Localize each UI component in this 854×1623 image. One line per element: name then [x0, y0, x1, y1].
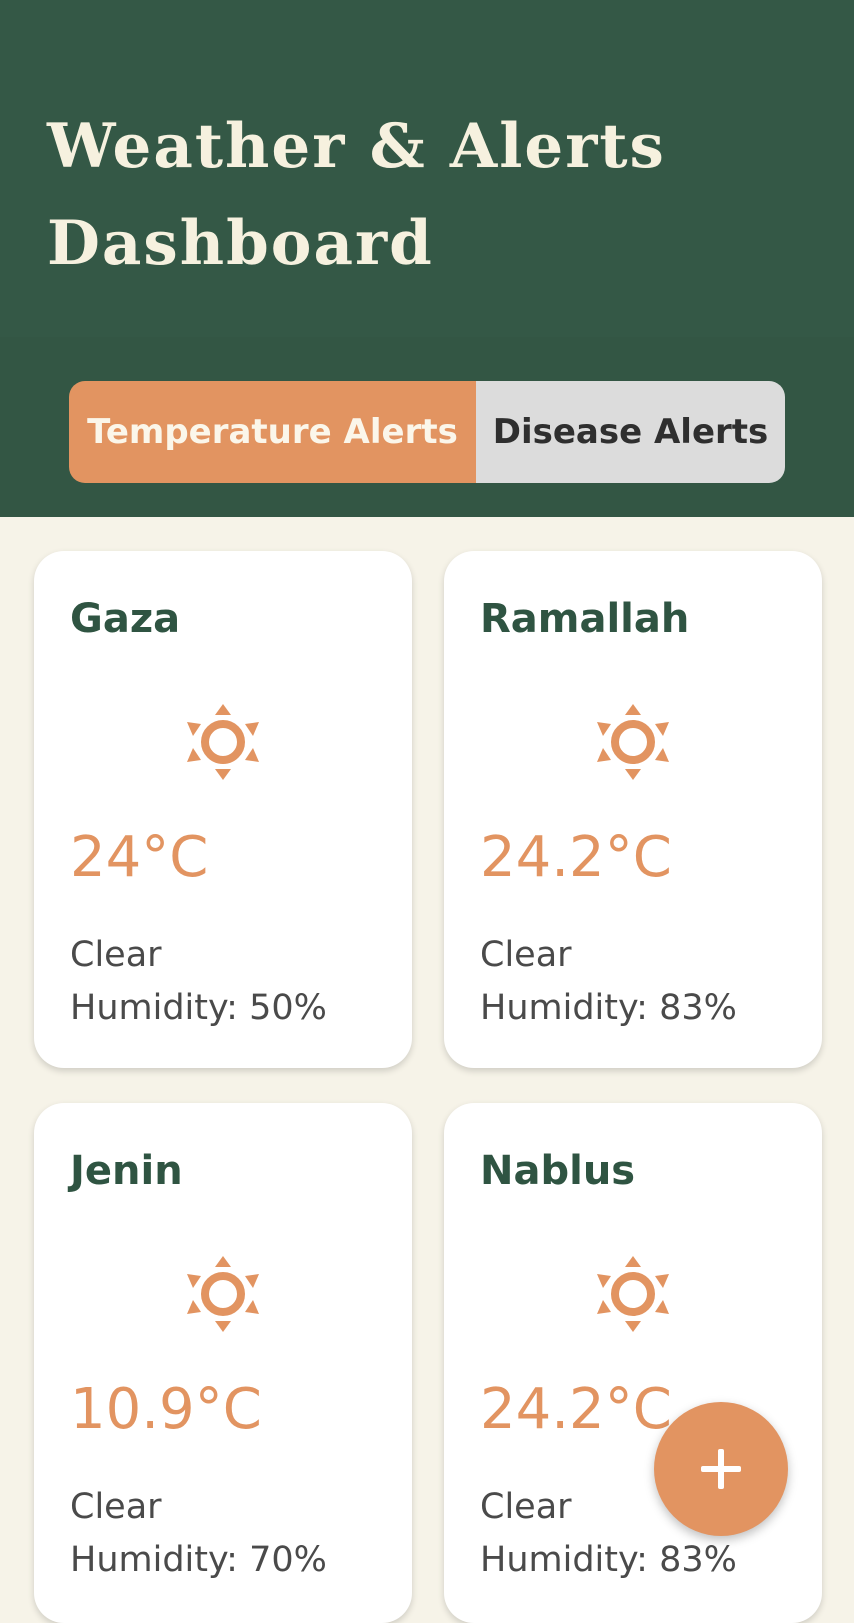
city-name: Nablus [480, 1148, 636, 1194]
humidity-value: Humidity: 50% [70, 988, 327, 1028]
weather-condition: Clear [480, 1487, 572, 1527]
city-name: Gaza [70, 596, 181, 642]
plus-icon [701, 1449, 741, 1489]
sun-icon [187, 704, 259, 780]
temperature-value: 10.9°C [70, 1377, 262, 1442]
weather-card-jenin[interactable]: Jenin 10.9°C Clear Humidity: 70% [34, 1103, 412, 1623]
page-title: Weather & Alerts Dashboard [47, 111, 666, 279]
alert-tabs: Temperature Alerts Disease Alerts [69, 381, 785, 483]
app-header: Weather & Alerts Dashboard [0, 0, 854, 337]
city-name: Ramallah [480, 596, 690, 642]
temperature-value: 24°C [70, 825, 209, 890]
temperature-value: 24.2°C [480, 1377, 672, 1442]
sun-icon [597, 704, 669, 780]
weather-card-ramallah[interactable]: Ramallah 24.2°C Clear Humidity: 83% [444, 551, 822, 1068]
add-button[interactable] [654, 1402, 788, 1536]
sun-icon [597, 1256, 669, 1332]
sun-icon [187, 1256, 259, 1332]
weather-card-gaza[interactable]: Gaza 24°C Clear Humidity: 50% [34, 551, 412, 1068]
city-name: Jenin [70, 1148, 183, 1194]
temperature-value: 24.2°C [480, 825, 672, 890]
weather-condition: Clear [480, 935, 572, 975]
humidity-value: Humidity: 70% [70, 1540, 327, 1580]
weather-card-nablus[interactable]: Nablus 24.2°C Clear Humidity: 83% [444, 1103, 822, 1623]
tab-disease-alerts[interactable]: Disease Alerts [476, 381, 785, 483]
weather-condition: Clear [70, 935, 162, 975]
tab-temperature-alerts[interactable]: Temperature Alerts [69, 381, 476, 483]
humidity-value: Humidity: 83% [480, 988, 737, 1028]
humidity-value: Humidity: 83% [480, 1540, 737, 1580]
weather-condition: Clear [70, 1487, 162, 1527]
